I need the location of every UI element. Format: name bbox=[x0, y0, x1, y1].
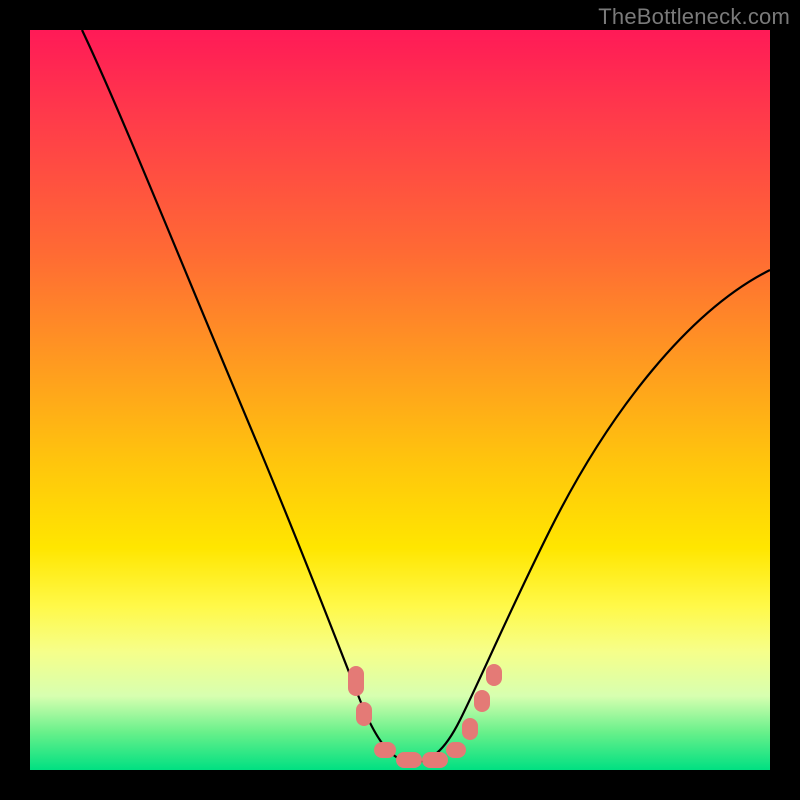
marker-dot bbox=[422, 752, 448, 768]
marker-dot bbox=[374, 742, 396, 758]
marker-dot bbox=[462, 718, 478, 740]
chart-frame: TheBottleneck.com bbox=[0, 0, 800, 800]
curve-layer bbox=[30, 30, 770, 770]
marker-dot bbox=[348, 666, 364, 696]
marker-dot bbox=[356, 702, 372, 726]
marker-dot bbox=[474, 690, 490, 712]
bottleneck-curve bbox=[82, 30, 770, 762]
watermark-text: TheBottleneck.com bbox=[598, 4, 790, 30]
marker-dot bbox=[396, 752, 422, 768]
marker-dot bbox=[446, 742, 466, 758]
marker-dot bbox=[486, 664, 502, 686]
